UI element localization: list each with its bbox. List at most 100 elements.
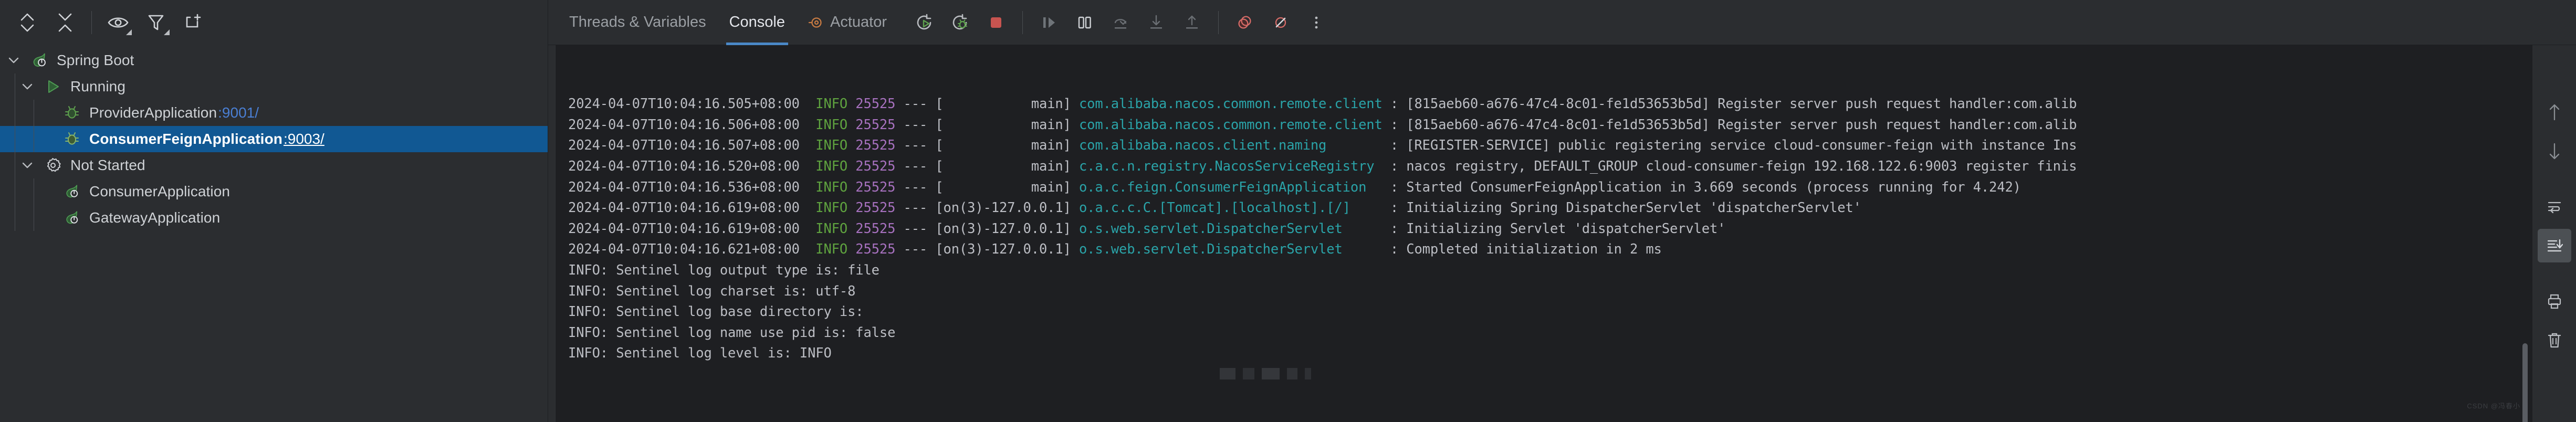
collapse-all-icon[interactable]: [46, 4, 84, 41]
stop-icon[interactable]: [978, 5, 1014, 40]
tree-item-consumer-feign-application[interactable]: ConsumerFeignApplication :9003/: [0, 126, 548, 152]
log-pid: 25525: [855, 96, 896, 112]
tree-group-not-started[interactable]: Not Started: [0, 152, 548, 178]
tree-item-port[interactable]: :9001/: [217, 104, 259, 121]
console-log-line: INFO: Sentinel log level is: INFO: [568, 343, 2532, 364]
print-icon[interactable]: [2538, 284, 2571, 318]
log-message: : Started ConsumerFeignApplication in 3.…: [1390, 179, 2021, 195]
trash-icon[interactable]: [2538, 323, 2571, 357]
log-level: INFO: [815, 179, 848, 195]
tree-item-label: ProviderApplication: [89, 104, 217, 121]
add-icon[interactable]: [175, 4, 213, 41]
log-space: [847, 138, 855, 153]
log-separator: ---: [895, 117, 936, 133]
tree-item-port[interactable]: :9003/: [282, 131, 324, 147]
tab-actuator[interactable]: Actuator: [797, 0, 898, 45]
log-message: : Initializing Spring DispatcherServlet …: [1390, 200, 1861, 216]
log-thread: [on(3)-127.0.0.1]: [935, 241, 1079, 258]
log-logger: com.alibaba.nacos.client.naming: [1078, 138, 1390, 154]
console-log-line: 2024-04-07T10:04:16.621+08:00 INFO 25525…: [568, 239, 2532, 260]
log-space: [847, 159, 855, 174]
log-level: INFO: [815, 220, 848, 237]
tab-threads-variables[interactable]: Threads & Variables: [558, 0, 718, 45]
pause-icon[interactable]: [1067, 5, 1103, 40]
debug-bug-icon: [60, 104, 84, 121]
log-message: : nacos registry, DEFAULT_GROUP cloud-co…: [1390, 158, 2077, 174]
log-logger: com.alibaba.nacos.common.remote.client: [1078, 117, 1390, 133]
watermark: CSDN @冯春小: [2467, 402, 2520, 410]
step-into-icon[interactable]: [1138, 5, 1174, 40]
log-space: [847, 96, 855, 112]
console-log-line: 2024-04-07T10:04:16.505+08:00 INFO 25525…: [568, 94, 2532, 115]
log-timestamp: 2024-04-07T10:04:16.536+08:00: [568, 179, 816, 195]
chevron-down-icon[interactable]: [14, 159, 41, 172]
log-space: [847, 241, 855, 257]
step-over-icon[interactable]: [1103, 5, 1138, 40]
scroll-to-end-icon[interactable]: [2537, 229, 2571, 262]
dropdown-marker: [164, 29, 170, 35]
toolbar-divider: [91, 11, 92, 34]
log-logger: c.a.c.n.registry.NacosServiceRegistry: [1078, 158, 1390, 174]
soft-wrap-icon[interactable]: [2538, 190, 2571, 224]
tree-group-running[interactable]: Running: [0, 73, 548, 100]
scroll-down-icon[interactable]: [2538, 134, 2571, 168]
log-thread: [ main]: [935, 158, 1079, 174]
log-separator: ---: [895, 220, 936, 237]
log-pid: 25525: [855, 179, 896, 195]
console-tabbar: Threads & Variables Console Actuator: [548, 0, 2576, 45]
log-logger: o.s.web.servlet.DispatcherServlet: [1078, 241, 1390, 258]
scroll-up-icon[interactable]: [2538, 96, 2571, 129]
tree-item-consumer-application[interactable]: ConsumerApplication: [0, 178, 548, 205]
log-thread: [on(3)-127.0.0.1]: [935, 220, 1079, 237]
log-level: INFO: [815, 96, 848, 112]
tree-group-label: Running: [70, 78, 126, 94]
scrollbar-thumb[interactable]: [2522, 343, 2528, 422]
log-space: [847, 180, 855, 195]
tree-node-spring-boot[interactable]: Spring Boot: [0, 47, 548, 73]
console-body: 2024-04-07T10:04:16.505+08:00 INFO 25525…: [548, 45, 2576, 422]
gear-icon: [41, 157, 65, 174]
tab-console[interactable]: Console: [718, 0, 797, 45]
log-message: : Initializing Servlet 'dispatcherServle…: [1390, 220, 1726, 237]
log-message: : [815aeb60-a676-47c4-8c01-fe1d53653b5d]…: [1390, 96, 2077, 112]
log-message: : [815aeb60-a676-47c4-8c01-fe1d53653b5d]…: [1390, 117, 2077, 133]
rerun-icon[interactable]: [907, 5, 943, 40]
tab-label: Actuator: [830, 14, 887, 30]
log-pid: 25525: [855, 220, 896, 237]
mute-breakpoints-icon[interactable]: [1227, 5, 1263, 40]
log-timestamp: 2024-04-07T10:04:16.621+08:00: [568, 241, 816, 258]
expand-collapse-icon[interactable]: [8, 4, 46, 41]
spring-boot-icon: [60, 183, 84, 200]
dropdown-marker: [126, 29, 132, 35]
tree-item-label: ConsumerFeignApplication: [89, 131, 282, 147]
run-dashboard-panel: Spring Boot Running ProviderApplication …: [0, 0, 548, 422]
console-log-line: 2024-04-07T10:04:16.619+08:00 INFO 25525…: [568, 198, 2532, 219]
log-thread: [ main]: [935, 138, 1079, 154]
log-timestamp: 2024-04-07T10:04:16.619+08:00: [568, 200, 816, 216]
view-breakpoints-icon[interactable]: [1263, 5, 1299, 40]
log-message: INFO: Sentinel log name use pid is: fals…: [568, 324, 896, 341]
log-message: INFO: Sentinel log base directory is:: [568, 304, 864, 320]
filter-icon[interactable]: [137, 4, 175, 41]
more-options-icon[interactable]: [1299, 5, 1334, 40]
tree-item-provider-application[interactable]: ProviderApplication :9001/: [0, 100, 548, 126]
show-hide-icon[interactable]: [99, 4, 137, 41]
rerun-debug-icon[interactable]: [943, 5, 978, 40]
log-timestamp: 2024-04-07T10:04:16.505+08:00: [568, 96, 816, 112]
tree-item-label: ConsumerApplication: [89, 183, 231, 199]
console-scrollbar[interactable]: [2522, 49, 2528, 422]
log-separator: ---: [895, 158, 936, 174]
log-message: INFO: Sentinel log level is: INFO: [568, 345, 832, 362]
tree-item-gateway-application[interactable]: GatewayApplication: [0, 205, 548, 231]
log-pid: 25525: [855, 200, 896, 216]
step-out-icon[interactable]: [1174, 5, 1210, 40]
log-separator: ---: [895, 241, 936, 258]
log-separator: ---: [895, 200, 936, 216]
console-output[interactable]: 2024-04-07T10:04:16.505+08:00 INFO 25525…: [556, 45, 2532, 422]
run-configurations-tree[interactable]: Spring Boot Running ProviderApplication …: [0, 45, 548, 422]
chevron-down-icon[interactable]: [0, 54, 27, 67]
chevron-down-icon[interactable]: [14, 80, 41, 93]
console-log-line: INFO: Sentinel log output type is: file: [568, 260, 2532, 281]
resume-icon[interactable]: [1031, 5, 1067, 40]
log-message: INFO: Sentinel log charset is: utf-8: [568, 283, 856, 299]
